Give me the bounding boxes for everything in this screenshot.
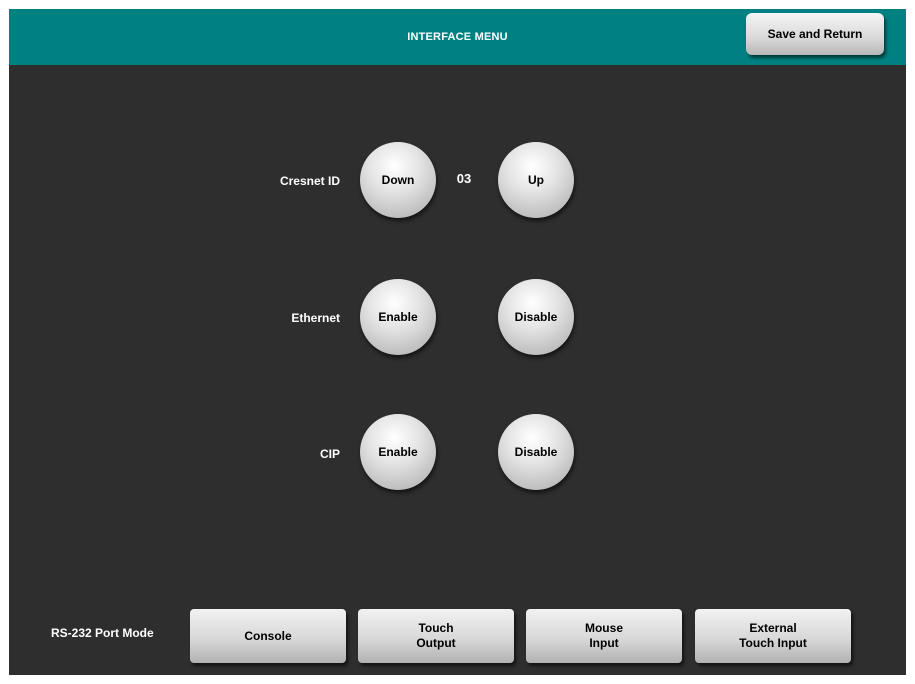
mouse-input-label: Mouse Input xyxy=(585,621,623,651)
touch-output-button[interactable]: Touch Output xyxy=(358,609,514,663)
mouse-input-button[interactable]: Mouse Input xyxy=(526,609,682,663)
save-and-return-button[interactable]: Save and Return xyxy=(746,13,884,55)
cresnet-id-label: Cresnet ID xyxy=(279,174,340,188)
mouse-input-label-line1: Mouse xyxy=(584,621,623,635)
cip-enable-button[interactable]: Enable xyxy=(360,414,436,490)
ethernet-disable-button[interactable]: Disable xyxy=(498,279,574,355)
cresnet-id-up-button[interactable]: Up xyxy=(498,142,574,218)
external-touch-input-label-line1: External xyxy=(749,621,797,635)
interface-menu-panel: INTERFACE MENU Save and Return Cresnet I… xyxy=(9,9,906,675)
external-touch-input-label: External Touch Input xyxy=(739,621,807,651)
mouse-input-label-line2: Input xyxy=(589,636,619,650)
touch-output-label: Touch Output xyxy=(416,621,455,651)
console-button[interactable]: Console xyxy=(190,609,346,663)
external-touch-input-label-line2: Touch Input xyxy=(739,636,807,650)
cip-disable-button[interactable]: Disable xyxy=(498,414,574,490)
rs232-port-mode-label: RS-232 Port Mode xyxy=(51,626,154,640)
ethernet-label: Ethernet xyxy=(291,311,340,325)
cresnet-id-value: 03 xyxy=(456,171,472,186)
touch-output-label-line2: Output xyxy=(416,636,456,650)
touch-output-label-line1: Touch xyxy=(418,621,454,635)
ethernet-enable-button[interactable]: Enable xyxy=(360,279,436,355)
cresnet-id-down-button[interactable]: Down xyxy=(360,142,436,218)
external-touch-input-button[interactable]: External Touch Input xyxy=(695,609,851,663)
cip-label: CIP xyxy=(319,447,340,461)
header-bar: INTERFACE MENU Save and Return xyxy=(9,9,906,65)
